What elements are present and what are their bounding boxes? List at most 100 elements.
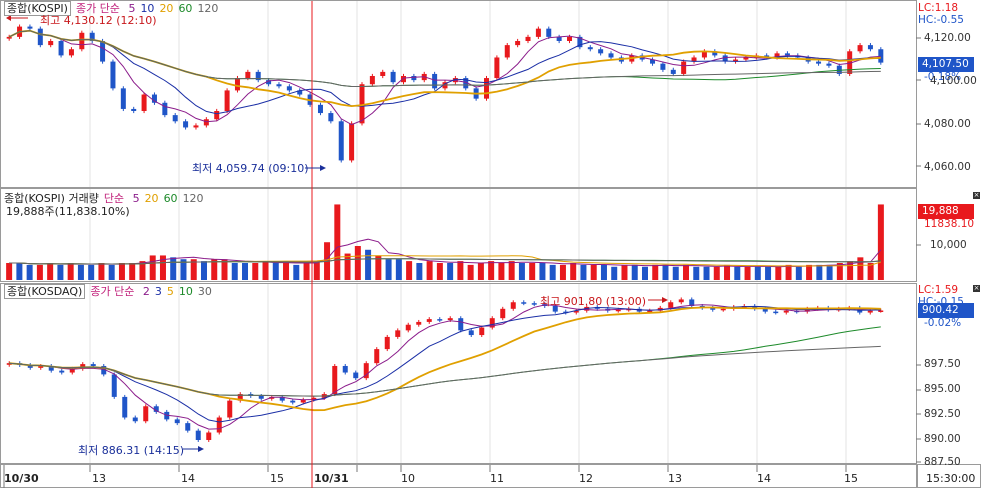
x-axis-label: 11 (490, 472, 504, 485)
volume-bar (252, 263, 259, 280)
kospi-current-price: 4,107.50 (918, 57, 974, 72)
volume-bar (283, 263, 290, 280)
kospi-ma-period[interactable]: 120 (197, 2, 218, 15)
kosdaq-candle (521, 302, 527, 304)
kosdaq-candle (395, 330, 401, 337)
volume-bar (549, 264, 556, 280)
kospi-ma-period[interactable]: 60 (178, 2, 192, 15)
volume-bar (262, 261, 269, 280)
kospi-y-tick: 4,120.00 (924, 32, 971, 44)
x-axis-label: 15 (844, 472, 858, 485)
volume-ma-period[interactable]: 5 (133, 192, 140, 205)
kospi-candle (141, 94, 147, 111)
kosdaq-candle (762, 308, 768, 312)
volume-bar (652, 264, 659, 280)
chart-canvas[interactable] (0, 0, 982, 489)
volume-bar (334, 204, 341, 280)
kospi-candle (515, 41, 521, 46)
volume-title[interactable]: 종합(KOSPI) 거래량 (4, 192, 99, 205)
volume-bar (457, 261, 464, 280)
volume-bar (580, 264, 587, 280)
volume-bar (795, 266, 802, 280)
kospi-candle (826, 63, 832, 66)
kospi-candle (743, 57, 749, 60)
volume-bar (272, 263, 279, 280)
kospi-candle (681, 61, 687, 74)
kosdaq-ma-period[interactable]: 10 (179, 285, 193, 298)
kosdaq-change-pct: -0.02% (924, 317, 962, 329)
kosdaq-candle (122, 396, 128, 418)
volume-bar (529, 263, 536, 280)
x-axis-frame (0, 464, 917, 488)
kospi-candle (484, 78, 490, 99)
kospi-candle (245, 71, 251, 79)
volume-current-sub: 11838.10 (924, 218, 975, 230)
volume-bar (590, 264, 597, 280)
volume-bar (488, 261, 495, 280)
kospi-ma-period[interactable]: 20 (159, 2, 173, 15)
kosdaq-ma-period[interactable]: 5 (167, 285, 174, 298)
x-axis-label: 12 (579, 472, 593, 485)
volume-ma-period[interactable]: 120 (183, 192, 204, 205)
kosdaq-ma-period[interactable]: 2 (143, 285, 150, 298)
volume-bar (611, 266, 618, 280)
kospi-candle (546, 28, 552, 37)
close-icon[interactable]: × (973, 285, 980, 292)
volume-bar (170, 257, 177, 280)
kosdaq-ma-period[interactable]: 3 (155, 285, 162, 298)
volume-ma-period[interactable]: 20 (145, 192, 159, 205)
volume-indicator-label: 단순 (103, 192, 125, 205)
volume-bar (826, 264, 833, 280)
kospi-candle (587, 47, 593, 50)
kospi-candle (203, 119, 209, 126)
kospi-candle (193, 125, 199, 128)
kosdaq-candle (206, 432, 212, 441)
close-icon[interactable]: × (973, 192, 980, 199)
kospi-y-tick: 4,060.00 (924, 161, 971, 173)
kospi-candle (286, 86, 292, 91)
kosdaq-candle (458, 318, 464, 331)
volume-ma-period[interactable]: 60 (164, 192, 178, 205)
kospi-candle (525, 36, 531, 41)
kospi-candle (48, 41, 54, 46)
kosdaq-candle (332, 365, 338, 395)
x-axis-label: 13 (668, 472, 682, 485)
volume-bar (539, 263, 546, 280)
volume-bar (672, 266, 679, 280)
kospi-candle (494, 57, 500, 79)
kosdaq-candle (405, 324, 411, 331)
volume-bar (231, 263, 238, 280)
kospi-y-tick: 4,100.00 (930, 75, 977, 87)
volume-bar (108, 264, 115, 280)
kosdaq-candle (143, 406, 149, 422)
kosdaq-candle (174, 419, 180, 424)
kospi-high-annotation: 최고 4,130.12 (12:10) (40, 14, 157, 27)
kosdaq-ma-period[interactable]: 30 (198, 285, 212, 298)
kosdaq-candle (773, 311, 779, 314)
volume-bar (6, 263, 13, 280)
kosdaq-title[interactable]: 종합(KOSDAQ) (4, 284, 86, 299)
kosdaq-legend: 종합(KOSDAQ) 종가 단순 2 3 5 10 30 (4, 284, 217, 299)
kospi-candle (504, 45, 510, 58)
x-axis-label: 10/31 (314, 472, 349, 485)
volume-bar (313, 261, 320, 280)
volume-bar (775, 266, 782, 280)
time-readout: 15:30:00 (926, 472, 976, 485)
kospi-candle (338, 121, 344, 161)
volume-bar (631, 264, 638, 280)
volume-bar (354, 246, 361, 280)
kosdaq-candle (195, 430, 201, 441)
volume-bar (200, 261, 207, 280)
volume-bar (806, 264, 813, 280)
volume-bar (816, 264, 823, 280)
kospi-candle (432, 73, 438, 89)
kosdaq-candle (353, 372, 359, 379)
volume-bar (467, 264, 474, 280)
kosdaq-candle (468, 330, 474, 336)
volume-bar (221, 259, 228, 280)
volume-bar (508, 261, 515, 280)
kospi-candle (390, 71, 396, 83)
kosdaq-candle (447, 318, 453, 321)
kospi-candle (27, 26, 33, 29)
volume-bar (724, 264, 731, 280)
